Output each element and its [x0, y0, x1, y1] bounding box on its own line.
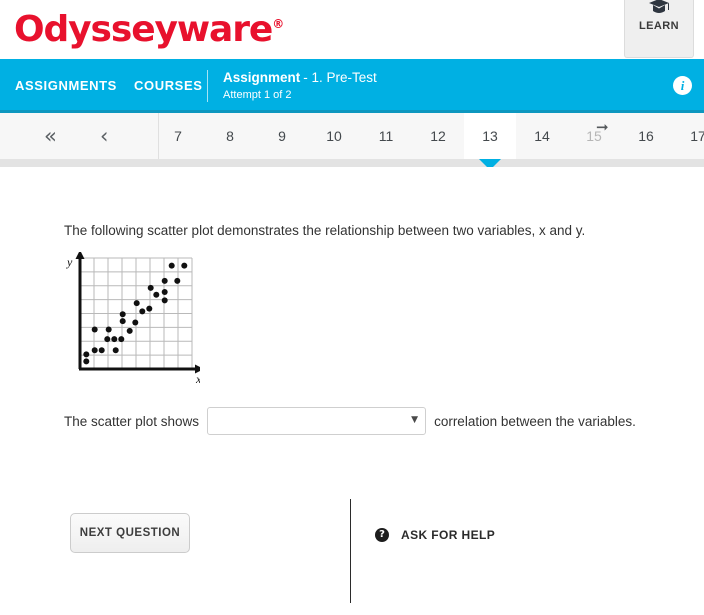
pagination-page-13[interactable]: 13 [464, 113, 516, 159]
arrow-right-icon: ➞ [596, 118, 609, 136]
pagination-page-10[interactable]: 10 [308, 113, 360, 159]
answer-sentence: The scatter plot shows ▼ correlation bet… [64, 407, 636, 435]
chevron-down-icon: ▼ [411, 415, 419, 425]
question-pagination: « ‹ 7 8 9 10 11 12 13 14 15 ➞ 16 17 [0, 113, 704, 170]
main-navigation-bar: ASSIGNMENTS COURSES Assignment - 1. Pre-T… [0, 59, 704, 113]
registered-trademark-icon: ® [272, 17, 285, 31]
double-chevron-left-icon[interactable]: « [44, 124, 57, 148]
pagination-page-12[interactable]: 12 [412, 113, 464, 159]
pagination-page-15[interactable]: 15 [568, 113, 620, 159]
question-content: The following scatter plot demonstrates … [0, 167, 704, 603]
learn-button[interactable]: LEARN [624, 0, 694, 58]
next-question-button[interactable]: NEXT QUESTION [70, 513, 190, 553]
svg-text:x: x [195, 372, 200, 385]
odysseyware-logo: Odysseyware® [14, 1, 284, 53]
ask-for-help-button[interactable]: ? ASK FOR HELP [375, 528, 495, 542]
nav-divider [207, 70, 208, 102]
pagination-page-8[interactable]: 8 [204, 113, 256, 159]
pagination-page-11[interactable]: 11 [360, 113, 412, 159]
pagination-page-7[interactable]: 7 [152, 113, 204, 159]
correlation-select[interactable]: ▼ [207, 407, 427, 435]
footer-divider [350, 499, 351, 603]
ask-for-help-label: ASK FOR HELP [401, 528, 496, 542]
graduation-cap-icon [648, 0, 670, 18]
scatter-plot-figure: yx [64, 252, 200, 385]
assignment-name: - 1. Pre-Test [303, 70, 377, 85]
scatter-plot-svg: yx [66, 252, 200, 385]
pagination-controls: « ‹ [0, 113, 159, 159]
logo-text: Odysseyware [14, 9, 273, 50]
chevron-left-icon[interactable]: ‹ [100, 124, 108, 148]
nav-item-courses[interactable]: COURSES [134, 78, 203, 93]
pagination-page-16[interactable]: 16 [620, 113, 672, 159]
info-icon[interactable]: i [673, 76, 692, 95]
nav-item-assignments[interactable]: ASSIGNMENTS [15, 78, 117, 93]
answer-sentence-after: correlation between the variables. [434, 413, 636, 429]
pagination-page-14[interactable]: 14 [516, 113, 568, 159]
pagination-page-17[interactable]: 17 [672, 113, 704, 159]
question-mark-icon: ? [375, 528, 389, 542]
question-prompt: The following scatter plot demonstrates … [64, 223, 586, 238]
assignment-label: Assignment [223, 70, 301, 85]
pagination-page-list: 7 8 9 10 11 12 13 14 15 ➞ 16 17 [159, 113, 704, 170]
learn-button-label: LEARN [639, 20, 679, 32]
pagination-page-9[interactable]: 9 [256, 113, 308, 159]
svg-text:y: y [66, 255, 73, 269]
assignment-attempt: Attempt 1 of 2 [223, 89, 292, 101]
assignment-info: Assignment - 1. Pre-Test Attempt 1 of 2 [223, 70, 377, 103]
page-header: Odysseyware® LEARN [0, 0, 704, 59]
answer-sentence-before: The scatter plot shows [64, 413, 200, 429]
